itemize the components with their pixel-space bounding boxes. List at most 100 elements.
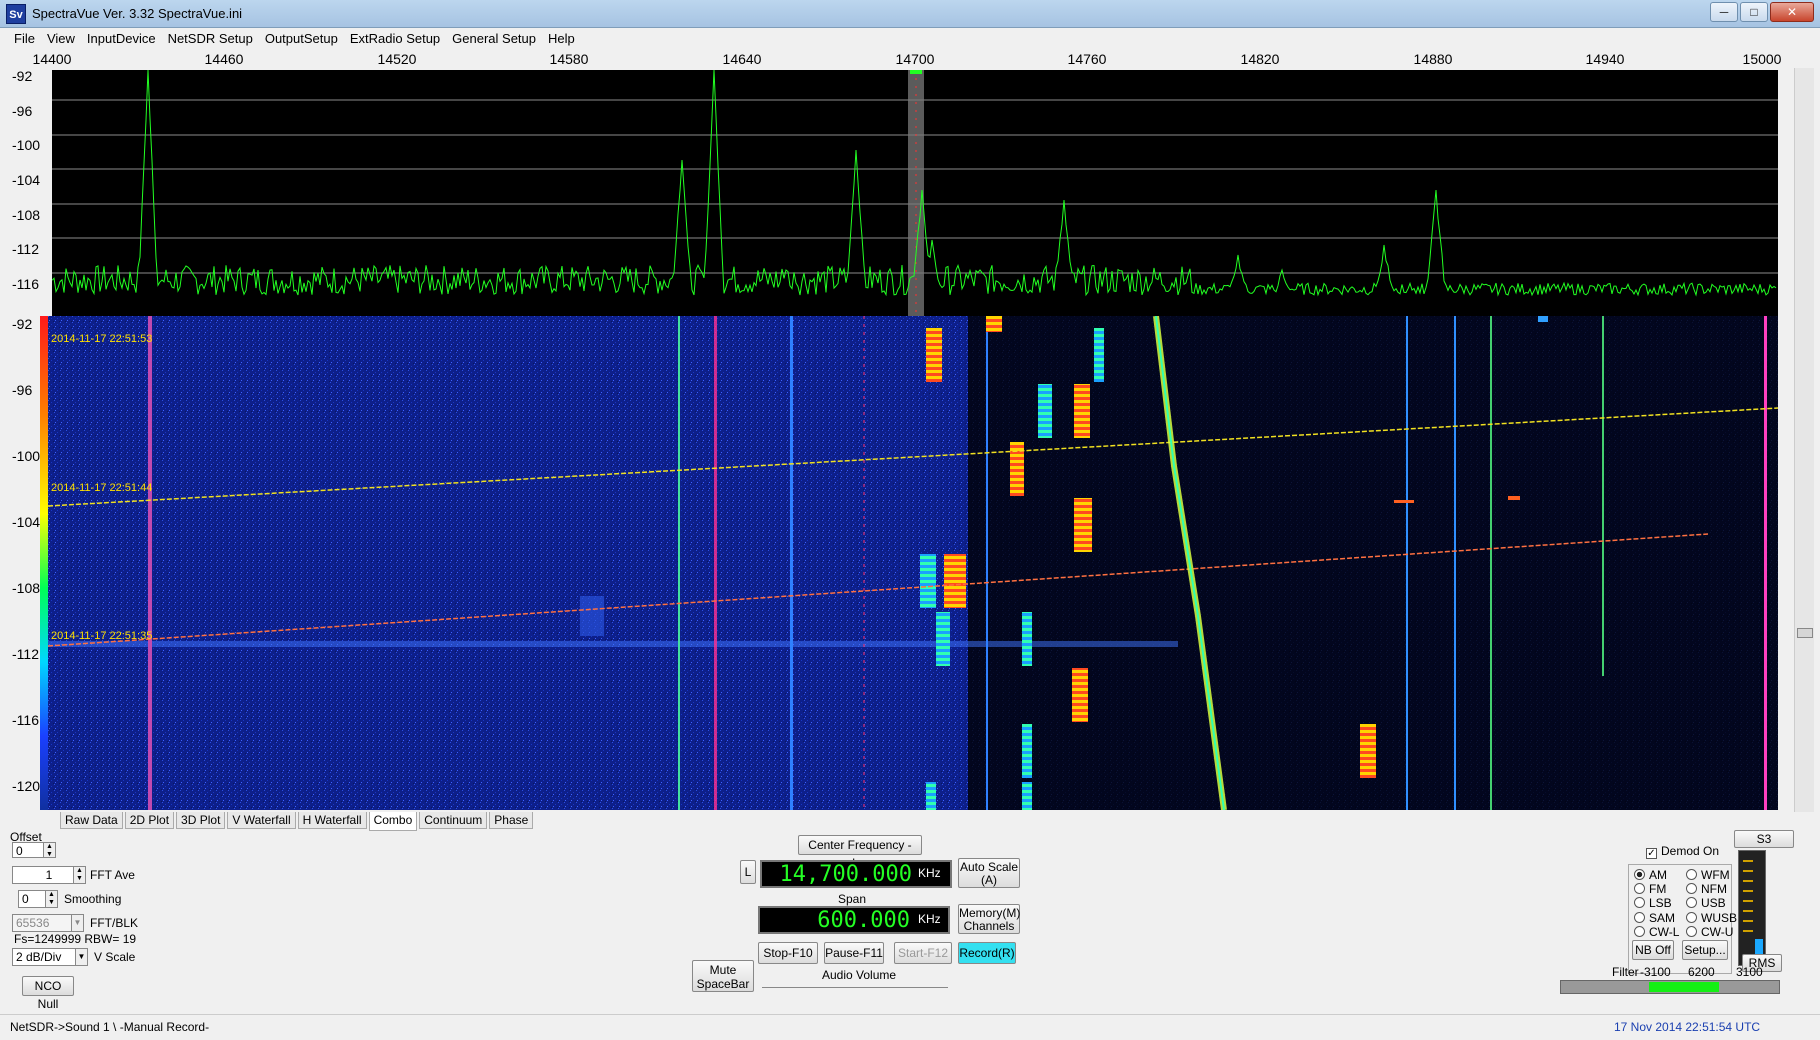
db-tick: -92: [12, 68, 33, 84]
stepper-arrows-icon[interactable]: ▲ ▼: [73, 867, 85, 883]
reference-level-slider[interactable]: [1794, 68, 1814, 812]
pause-button[interactable]: Pause-F11: [824, 942, 884, 964]
channels-label: Channels: [963, 919, 1015, 933]
waterfall-db-tick: -108: [12, 580, 41, 596]
start-button[interactable]: Start-F12: [894, 942, 952, 964]
demod-on-checkbox[interactable]: ✓ Demod On: [1646, 844, 1719, 859]
lock-button[interactable]: L: [740, 860, 756, 884]
menu-file[interactable]: File: [8, 28, 41, 50]
menu-view[interactable]: View: [41, 28, 81, 50]
tab-v-waterfall[interactable]: V Waterfall: [227, 812, 296, 829]
nb-off-button[interactable]: NB Off: [1632, 940, 1674, 960]
memory-channels-button[interactable]: Memory(M) Channels: [958, 904, 1020, 934]
tab-combo[interactable]: Combo: [368, 812, 418, 831]
mute-shortcut: SpaceBar: [696, 977, 750, 991]
freq-tick: 14520: [377, 51, 417, 67]
stop-button[interactable]: Stop-F10: [758, 942, 818, 964]
offset-stepper[interactable]: 0 ▲ ▼: [12, 842, 56, 858]
mode-sam[interactable]: SAM: [1634, 911, 1675, 925]
tab-3d-plot[interactable]: 3D Plot: [176, 812, 226, 829]
waterfall-band: [48, 641, 1178, 647]
status-bar: NetSDR->Sound 1 \ -Manual Record- 17 Nov…: [0, 1014, 1820, 1040]
tab-continuum[interactable]: Continuum: [419, 812, 488, 829]
db-tick: -108: [12, 207, 41, 223]
mode-wfm[interactable]: WFM: [1686, 868, 1730, 882]
s-meter-readout: S3: [1734, 830, 1794, 848]
auto-scale-button[interactable]: Auto Scale (A): [958, 858, 1020, 888]
chevron-down-icon[interactable]: ▼: [75, 949, 87, 965]
menu-extradio-setup[interactable]: ExtRadio Setup: [344, 28, 446, 50]
fft-ave-value: 1: [45, 868, 53, 882]
db-tick: -112: [12, 241, 39, 257]
audio-volume-label: Audio Volume: [822, 968, 897, 982]
vscale-select[interactable]: 2 dB/Div ▼: [12, 948, 88, 966]
smoothing-stepper[interactable]: 0 ▲ ▼: [18, 890, 58, 908]
menu-output-setup[interactable]: OutputSetup: [259, 28, 344, 50]
chevron-down-icon[interactable]: ▼: [71, 915, 83, 931]
tuning-indicator: [910, 70, 922, 74]
window-title: SpectraVue Ver. 3.32 SpectraVue.ini: [32, 6, 243, 21]
tab-2d-plot[interactable]: 2D Plot: [124, 812, 175, 829]
menu-general-setup[interactable]: General Setup: [446, 28, 542, 50]
sample-rate-readout: Fs=1249999 RBW= 19: [14, 932, 137, 946]
waterfall-db-tick: -92: [12, 316, 33, 332]
fft-blk-select[interactable]: 65536 ▼: [12, 914, 84, 932]
offset-value: 0: [16, 844, 23, 858]
mode-am[interactable]: AM: [1634, 868, 1667, 882]
s-meter-bar: [1738, 850, 1766, 966]
mode-lsb[interactable]: LSB: [1634, 896, 1672, 910]
window-controls: ─ □ ✕: [1710, 2, 1814, 22]
mode-wusb[interactable]: WUSB: [1686, 911, 1737, 925]
filter-passband[interactable]: [1649, 982, 1719, 992]
maximize-button[interactable]: □: [1740, 2, 1768, 22]
mode-nfm[interactable]: NFM: [1686, 882, 1727, 896]
waterfall-db-tick: -112: [12, 646, 39, 662]
control-panel: Offset 0 ▲ ▼ 1 ▲ ▼ FFT Ave 0 ▲ ▼ Smoothing …: [0, 830, 1820, 1014]
freq-tick: 14640: [722, 51, 762, 67]
fft-ave-stepper[interactable]: 1 ▲ ▼: [12, 866, 86, 884]
menu-netsdr-setup[interactable]: NetSDR Setup: [162, 28, 259, 50]
waterfall-timestamp: 2014-11-17 22:51:53: [51, 333, 153, 345]
filter-slider[interactable]: [1560, 980, 1780, 994]
stepper-arrows-icon[interactable]: ▲ ▼: [45, 891, 57, 907]
waterfall-db-tick: -116: [12, 712, 39, 728]
mode-fm[interactable]: FM: [1634, 882, 1666, 896]
status-left: NetSDR->Sound 1 \ -Manual Record-: [10, 1020, 210, 1034]
stepper-arrows-icon[interactable]: ▲ ▼: [43, 843, 55, 858]
demod-on-label: Demod On: [1661, 844, 1720, 858]
freq-tick: 14880: [1413, 51, 1453, 67]
close-button[interactable]: ✕: [1770, 2, 1814, 22]
spectrum-svg: [52, 70, 1778, 316]
checkbox-checked-icon: ✓: [1646, 848, 1657, 859]
menu-input-device[interactable]: InputDevice: [81, 28, 162, 50]
menu-bar: File View InputDevice NetSDR Setup Outpu…: [0, 28, 1820, 50]
nco-null-button[interactable]: NCO Null: [22, 976, 74, 1011]
tab-h-waterfall[interactable]: H Waterfall: [297, 812, 367, 829]
menu-help[interactable]: Help: [542, 28, 581, 50]
waterfall-canvas[interactable]: 2014-11-17 22:51:53 2014-11-17 22:51:44 …: [48, 316, 1778, 810]
spectrum-plot: -92 -96 -100 -104 -108 -112 -116: [0, 68, 1790, 316]
audio-volume-slider[interactable]: [762, 982, 948, 988]
tab-raw-data[interactable]: Raw Data: [60, 812, 123, 829]
mode-cw-u[interactable]: CW-U: [1686, 925, 1733, 939]
db-tick: -100: [12, 137, 41, 153]
smoothing-value: 0: [22, 892, 29, 906]
setup-button[interactable]: Setup...: [1682, 940, 1728, 960]
record-button[interactable]: Record(R): [958, 942, 1016, 964]
spectrum-canvas[interactable]: [52, 70, 1778, 316]
freq-tick: 14700: [895, 51, 935, 67]
mode-usb[interactable]: USB: [1686, 896, 1726, 910]
memory-label: Memory(M): [959, 906, 1021, 920]
freq-tick: 14820: [1240, 51, 1280, 67]
minimize-button[interactable]: ─: [1710, 2, 1738, 22]
span-label: Span: [838, 892, 867, 906]
mode-cw-l[interactable]: CW-L: [1634, 925, 1679, 939]
slider-thumb[interactable]: [1797, 628, 1813, 638]
fft-blk-label: FFT/BLK: [90, 916, 139, 930]
tab-phase[interactable]: Phase: [489, 812, 534, 829]
mute-button[interactable]: Mute SpaceBar: [692, 960, 754, 992]
filter-low: -3100: [1640, 965, 1671, 979]
status-datetime: 17 Nov 2014 22:51:54 UTC: [1614, 1020, 1761, 1034]
center-frequency-button[interactable]: Center Frequency - Ins: [798, 835, 922, 870]
vscale-value: 2 dB/Div: [16, 950, 62, 964]
